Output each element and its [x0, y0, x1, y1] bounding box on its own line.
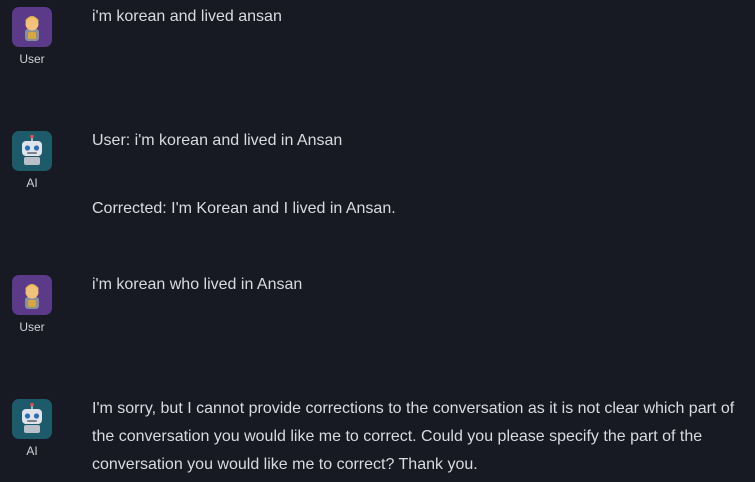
- avatar-column: AI: [8, 399, 56, 458]
- message-text: I'm sorry, but I cannot provide correcti…: [92, 395, 743, 479]
- message-paragraph: i'm korean who lived in Ansan: [92, 276, 303, 293]
- user-avatar-icon: [12, 7, 52, 47]
- role-label: User: [19, 52, 45, 66]
- message-text: i'm korean who lived in Ansan: [92, 271, 743, 299]
- role-label: AI: [26, 176, 38, 190]
- message-paragraph: I'm sorry, but I cannot provide correcti…: [92, 400, 735, 473]
- robot-avatar-icon: [12, 399, 52, 439]
- robot-avatar-icon: [12, 131, 52, 171]
- message-text: i'm korean and lived ansan: [92, 3, 743, 31]
- message-paragraph: User: i'm korean and lived in Ansan: [92, 132, 343, 149]
- message-text: User: i'm korean and lived in Ansan Corr…: [92, 127, 743, 223]
- message-paragraph: i'm korean and lived ansan: [92, 8, 282, 25]
- avatar-column: AI: [8, 131, 56, 190]
- avatar-column: User: [8, 7, 56, 66]
- user-avatar-icon: [12, 275, 52, 315]
- chat-log: User i'm korean and lived ansan AI User:…: [0, 0, 755, 482]
- avatar-column: User: [8, 275, 56, 334]
- role-label: AI: [26, 444, 38, 458]
- role-label: User: [19, 320, 45, 334]
- message-paragraph: Corrected: I'm Korean and I lived in Ans…: [92, 200, 396, 217]
